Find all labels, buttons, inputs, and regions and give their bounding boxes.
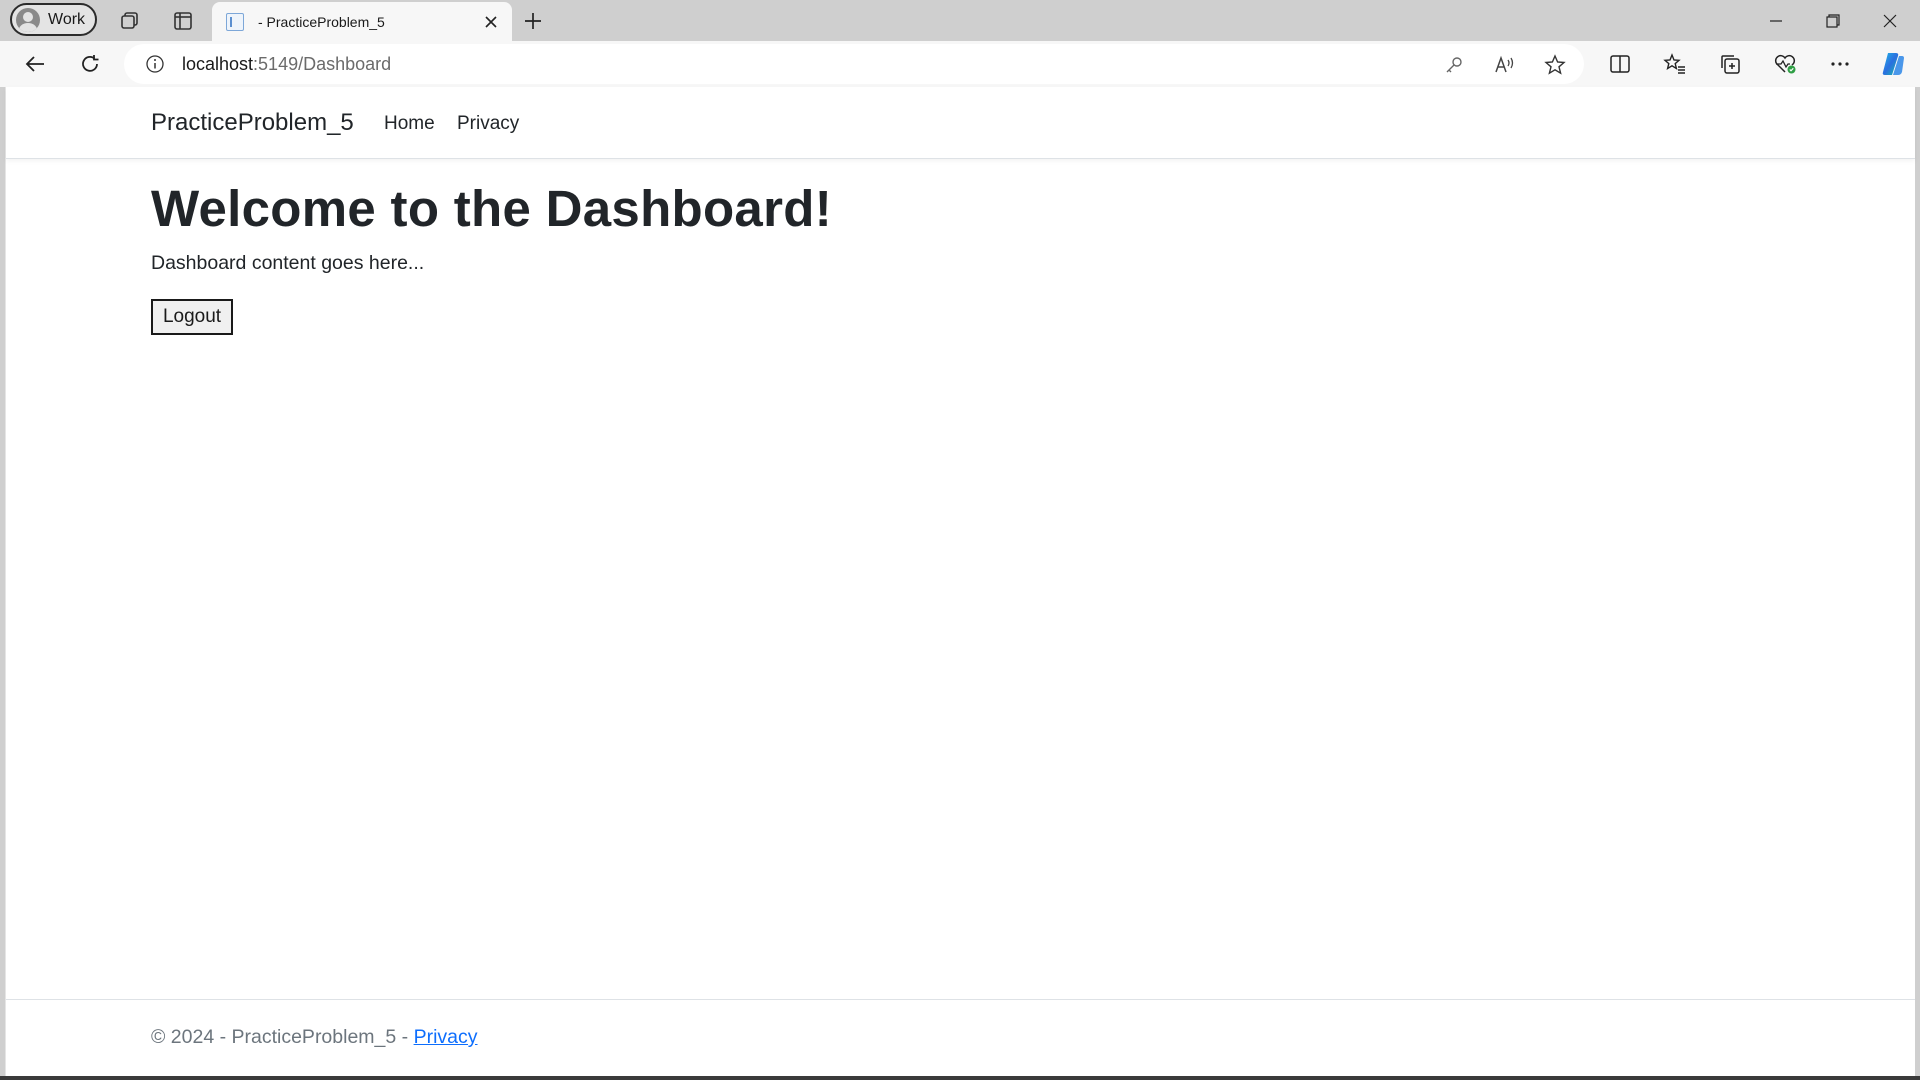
profile-label: Work xyxy=(48,10,86,28)
profile-button[interactable]: Work xyxy=(10,3,97,36)
url-text: localhost:5149/Dashboard xyxy=(182,54,391,75)
minimize-icon[interactable] xyxy=(1761,6,1791,36)
copilot-icon[interactable] xyxy=(1878,49,1908,79)
address-bar[interactable]: localhost:5149/Dashboard xyxy=(124,44,1584,84)
navbar-brand[interactable]: PracticeProblem_5 xyxy=(151,109,354,137)
browser-tab-strip: Work - PracticeProblem_5 xyxy=(0,0,1920,41)
back-arrow-icon[interactable] xyxy=(20,49,50,79)
restore-icon[interactable] xyxy=(1818,6,1848,36)
read-aloud-icon[interactable] xyxy=(1492,52,1518,78)
star-icon[interactable] xyxy=(1542,52,1568,78)
footer-text: © 2024 - PracticeProblem_5 - Privacy xyxy=(151,1026,478,1049)
split-screen-icon[interactable] xyxy=(1605,49,1635,79)
browser-tab-active[interactable]: - PracticeProblem_5 xyxy=(212,2,512,41)
nav-link-privacy[interactable]: Privacy xyxy=(457,113,519,135)
site-navbar: PracticeProblem_5 Home Privacy xyxy=(6,87,1915,159)
page-viewport: PracticeProblem_5 Home Privacy Welcome t… xyxy=(5,87,1915,1076)
nav-link-home[interactable]: Home xyxy=(384,113,435,135)
close-window-icon[interactable] xyxy=(1875,6,1905,36)
key-icon[interactable] xyxy=(1441,52,1467,78)
plus-icon[interactable] xyxy=(520,8,546,34)
favorites-list-icon[interactable] xyxy=(1660,49,1690,79)
collections-icon[interactable] xyxy=(1715,49,1745,79)
footer-privacy-link[interactable]: Privacy xyxy=(414,1026,478,1048)
site-footer: © 2024 - PracticeProblem_5 - Privacy xyxy=(6,999,1915,1076)
window-bottom-edge xyxy=(0,1076,1920,1080)
info-icon[interactable] xyxy=(144,53,166,75)
refresh-icon[interactable] xyxy=(75,49,105,79)
dashboard-content-text: Dashboard content goes here... xyxy=(151,252,425,274)
tab-title: - PracticeProblem_5 xyxy=(258,13,385,30)
url-path: :5149/Dashboard xyxy=(253,53,392,74)
heart-pulse-icon[interactable] xyxy=(1770,49,1800,79)
browser-toolbar: localhost:5149/Dashboard xyxy=(0,41,1920,87)
url-host: localhost xyxy=(182,53,254,74)
logout-button[interactable]: Logout xyxy=(151,299,233,335)
page-title: Welcome to the Dashboard! xyxy=(151,180,832,237)
vertical-tabs-icon[interactable] xyxy=(170,8,196,34)
close-tab-icon[interactable] xyxy=(480,11,502,33)
profile-avatar-icon xyxy=(16,7,40,32)
footer-copyright: © 2024 - PracticeProblem_5 - xyxy=(151,1026,414,1048)
page-favicon-icon xyxy=(226,12,244,31)
workspaces-icon[interactable] xyxy=(117,8,143,34)
ellipsis-icon[interactable] xyxy=(1825,49,1855,79)
